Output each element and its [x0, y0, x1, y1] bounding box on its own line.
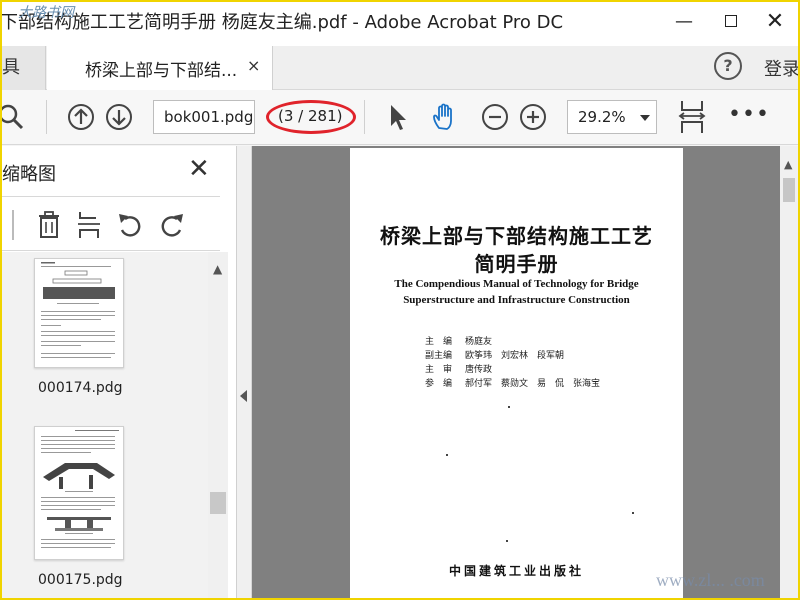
scan-speck	[506, 540, 508, 542]
document-english-title-line1: The Compendious Manual of Technology for…	[394, 278, 639, 290]
thumbnail-toolbar	[0, 202, 220, 250]
rotate-ccw-icon[interactable]	[116, 210, 144, 240]
tab-bar: 具 桥梁上部与下部结... × ? 登录	[0, 46, 800, 90]
zoom-in-icon[interactable]	[518, 102, 548, 132]
panel-collapse-strip[interactable]	[237, 146, 252, 600]
collapse-arrow-icon[interactable]	[240, 390, 247, 402]
tab-tools[interactable]: 具	[0, 46, 46, 90]
document-viewer[interactable]: 桥梁上部与下部结构施工工艺 简明手册 The Compendious Manua…	[252, 146, 780, 600]
credit-names: 唐传政	[465, 365, 493, 375]
credit-role: 参 编	[425, 379, 453, 389]
maximize-icon	[725, 15, 737, 27]
scan-speck	[446, 454, 448, 456]
credit-role: 副主编	[425, 351, 453, 361]
previous-page-icon[interactable]	[66, 102, 96, 132]
document-english-title-line2: Superstructure and Infrastructure Constr…	[403, 294, 630, 306]
document-page: 桥梁上部与下部结构施工工艺 简明手册 The Compendious Manua…	[350, 148, 683, 600]
credit-names: 郝付军 蔡勋文 易 侃 张海宝	[465, 379, 601, 389]
toolbar-separator	[364, 100, 365, 134]
panel-divider	[0, 196, 220, 197]
scroll-up-icon[interactable]: ▲	[784, 158, 792, 171]
thumbnail-page[interactable]	[34, 426, 124, 560]
scan-speck	[632, 512, 634, 514]
document-title-line1: 桥梁上部与下部结构施工工艺	[380, 224, 653, 248]
thumbnail-list: 000174.pdg 000175.pdg	[0, 252, 208, 600]
scrollbar-thumb[interactable]	[783, 178, 795, 202]
scan-speck	[508, 406, 510, 408]
insert-page-icon[interactable]	[76, 210, 102, 240]
select-cursor-icon[interactable]	[383, 102, 413, 132]
help-icon[interactable]: ?	[714, 52, 742, 80]
next-page-icon[interactable]	[104, 102, 134, 132]
hand-tool-icon[interactable]	[430, 102, 460, 132]
highlight-ellipse	[266, 100, 356, 134]
watermark-logo: 大路书网	[18, 5, 74, 21]
publisher-name: 中国建筑工业出版社	[448, 564, 584, 578]
minimize-button[interactable]: —	[669, 10, 699, 34]
zoom-value: 29.2%	[578, 108, 626, 126]
credit-names: 欧筝玮 刘宏林 段军朝	[465, 351, 565, 361]
fit-width-icon[interactable]	[676, 98, 708, 136]
tab-close-button[interactable]: ×	[247, 56, 260, 75]
credit-role: 主 编	[425, 337, 453, 347]
credit-role: 主 审	[425, 365, 453, 375]
more-options-button[interactable]: •••	[728, 102, 770, 127]
rotate-cw-icon[interactable]	[158, 210, 186, 240]
toolbar: bok001.pdg (3 / 281) 29.2% •••	[0, 90, 800, 145]
thumbnail-preview	[41, 430, 119, 548]
panel-separator	[12, 210, 14, 240]
thumbnail-label: 000175.pdg	[38, 572, 123, 588]
credit-line: 副主编 欧筝玮 刘宏林 段军朝	[425, 348, 564, 361]
chevron-down-icon	[640, 115, 650, 121]
thumbnail-scrollbar[interactable]: ▲	[208, 252, 228, 600]
login-link[interactable]: 登录	[764, 55, 800, 81]
thumbnail-panel: 缩略图 ✕ 000174.pdg 000175.pdg ▲	[0, 146, 237, 600]
scroll-up-icon[interactable]: ▲	[213, 262, 222, 276]
thumbnail-label: 000174.pdg	[38, 380, 123, 396]
credit-line: 主 审 唐传政	[425, 362, 492, 375]
site-watermark: www.zl... .com	[656, 570, 765, 590]
thumbnail-panel-title: 缩略图	[2, 164, 56, 185]
trash-icon[interactable]	[36, 210, 62, 240]
zoom-out-icon[interactable]	[480, 102, 510, 132]
close-panel-button[interactable]: ✕	[188, 156, 210, 182]
close-window-button[interactable]: ✕	[760, 10, 790, 34]
title-bar: 下部结构施工工艺简明手册 杨庭友主编.pdf - Adobe Acrobat P…	[0, 0, 800, 46]
credit-line: 参 编 郝付军 蔡勋文 易 侃 张海宝	[425, 376, 600, 389]
tab-document-label: 桥梁上部与下部结...	[85, 61, 238, 81]
toolbar-separator	[46, 100, 47, 134]
document-scrollbar[interactable]: ▲	[780, 146, 798, 600]
page-number-input[interactable]: bok001.pdg	[153, 100, 255, 134]
thumbnail-page[interactable]	[34, 258, 124, 368]
thumbnail-preview	[41, 262, 115, 358]
search-icon[interactable]	[2, 102, 32, 132]
credit-line: 主 编 杨庭友	[425, 334, 492, 347]
credit-names: 杨庭友	[465, 337, 493, 347]
window-title: 下部结构施工工艺简明手册 杨庭友主编.pdf - Adobe Acrobat P…	[0, 12, 564, 33]
maximize-button[interactable]	[716, 10, 746, 34]
zoom-select[interactable]: 29.2%	[567, 100, 657, 134]
tab-document[interactable]: 桥梁上部与下部结... ×	[47, 46, 273, 90]
scrollbar-thumb[interactable]	[210, 492, 226, 514]
panel-divider	[0, 250, 220, 251]
document-title-line2: 简明手册	[474, 252, 559, 276]
